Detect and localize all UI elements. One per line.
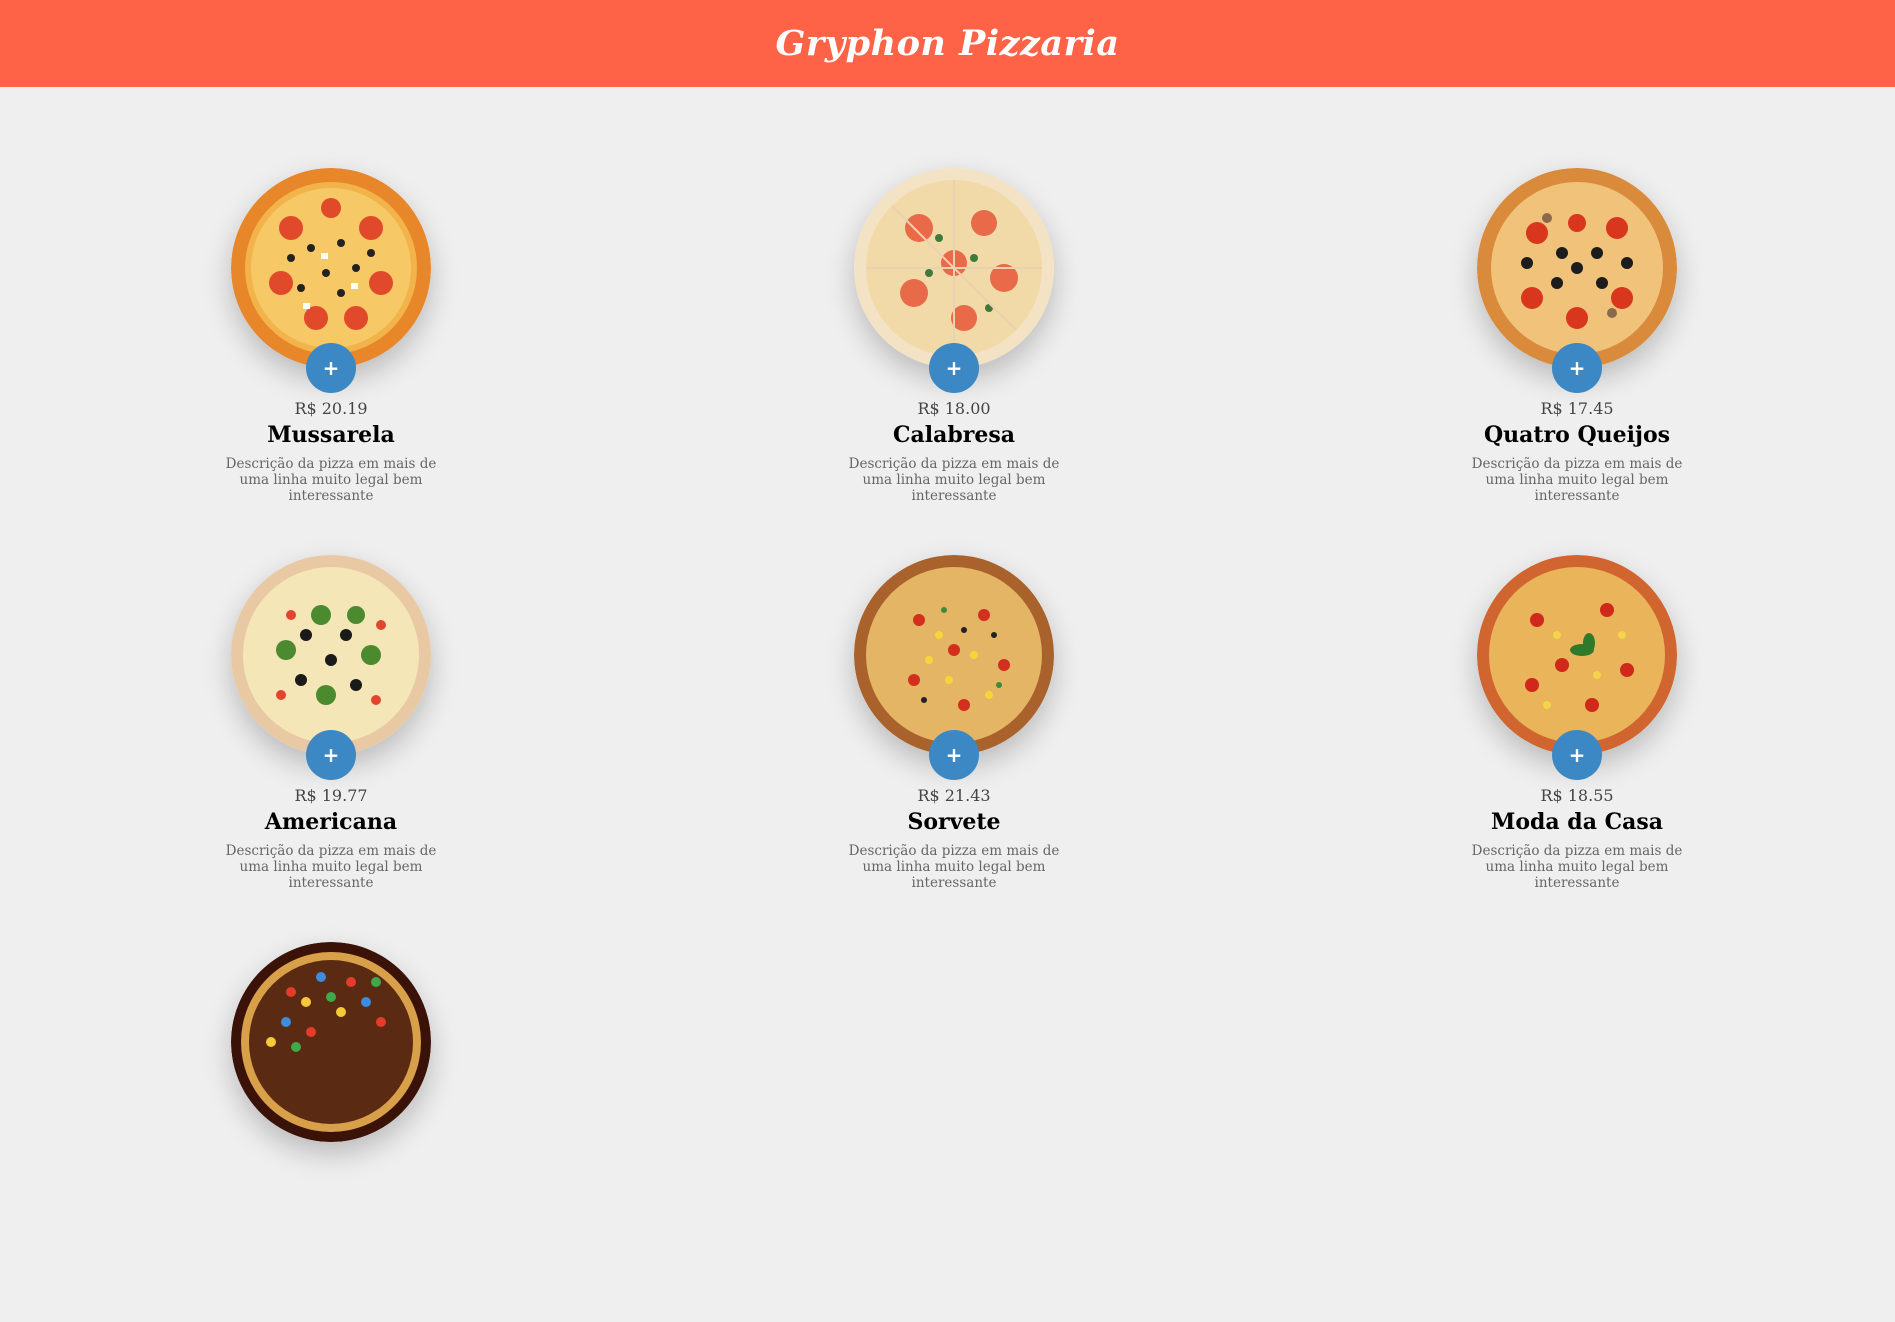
pizza-card-sorvete[interactable]: + R$ 21.43 Sorvete Descrição da pizza em…: [834, 555, 1074, 935]
pizza-image-mussarela[interactable]: [231, 168, 431, 368]
pizza-description: Descrição da pizza em mais de uma linha …: [1471, 843, 1683, 891]
pizza-image-sorvete[interactable]: [854, 555, 1054, 755]
add-to-cart-button[interactable]: +: [1552, 343, 1602, 393]
pizza-name: Calabresa: [893, 422, 1015, 448]
pizza-description: Descrição da pizza em mais de uma linha …: [848, 456, 1060, 504]
plus-icon: +: [945, 356, 963, 380]
pizza-name: Sorvete: [907, 809, 1001, 835]
pizza-name: Americana: [264, 809, 398, 835]
pizza-card-calabresa[interactable]: + R$ 18.00 Calabresa Descrição da pizza …: [834, 168, 1074, 548]
page-title: Gryphon Pizzaria: [775, 23, 1120, 64]
pizza-image-quatro-queijos[interactable]: [1477, 168, 1677, 368]
pizza-image-moda-da-casa[interactable]: [1477, 555, 1677, 755]
page-header: Gryphon Pizzaria: [0, 0, 1895, 87]
pizza-image-calabresa[interactable]: [854, 168, 1054, 368]
pizza-card-mussarela[interactable]: + R$ 20.19 Mussarela Descrição da pizza …: [211, 168, 451, 548]
pizza-card-quatro-queijos[interactable]: + R$ 17.45 Quatro Queijos Descrição da p…: [1457, 168, 1697, 548]
pizza-price: R$ 17.45: [1540, 399, 1614, 418]
pizza-image-americana[interactable]: [231, 555, 431, 755]
plus-icon: +: [322, 356, 340, 380]
pizza-card-americana[interactable]: + R$ 19.77 Americana Descrição da pizza …: [211, 555, 451, 935]
pizza-price: R$ 20.19: [294, 399, 368, 418]
pizza-name: Mussarela: [267, 422, 395, 448]
pizza-image-chocolate[interactable]: [231, 942, 431, 1142]
pizza-price: R$ 18.55: [1540, 786, 1614, 805]
add-to-cart-button[interactable]: +: [929, 730, 979, 780]
pizza-description: Descrição da pizza em mais de uma linha …: [848, 843, 1060, 891]
add-to-cart-button[interactable]: +: [929, 343, 979, 393]
pizza-card-chocolate[interactable]: [211, 942, 451, 1322]
plus-icon: +: [1568, 743, 1586, 767]
add-to-cart-button[interactable]: +: [1552, 730, 1602, 780]
plus-icon: +: [322, 743, 340, 767]
pizza-description: Descrição da pizza em mais de uma linha …: [225, 456, 437, 504]
add-to-cart-button[interactable]: +: [306, 343, 356, 393]
pizza-card-moda-da-casa[interactable]: + R$ 18.55 Moda da Casa Descrição da piz…: [1457, 555, 1697, 935]
pizza-description: Descrição da pizza em mais de uma linha …: [225, 843, 437, 891]
pizza-price: R$ 18.00: [917, 399, 991, 418]
pizza-description: Descrição da pizza em mais de uma linha …: [1471, 456, 1683, 504]
plus-icon: +: [1568, 356, 1586, 380]
pizza-name: Quatro Queijos: [1483, 422, 1671, 448]
add-to-cart-button[interactable]: +: [306, 730, 356, 780]
pizza-price: R$ 19.77: [294, 786, 368, 805]
pizza-name: Moda da Casa: [1490, 809, 1664, 835]
pizza-grid: + R$ 20.19 Mussarela Descrição da pizza …: [0, 87, 1895, 1142]
pizza-price: R$ 21.43: [917, 786, 991, 805]
plus-icon: +: [945, 743, 963, 767]
